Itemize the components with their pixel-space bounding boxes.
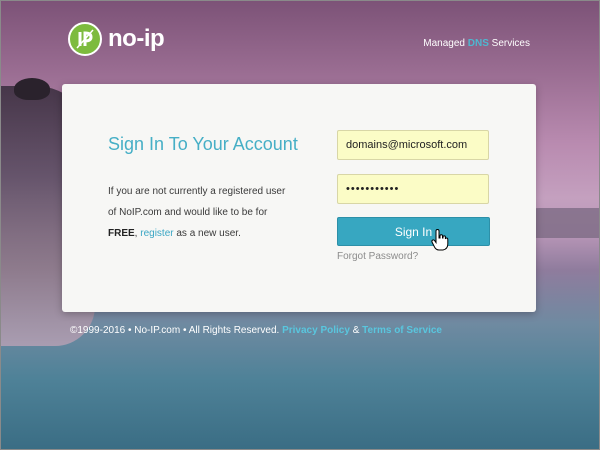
privacy-policy-link[interactable]: Privacy Policy	[282, 325, 350, 336]
footer-copyright: ©1999-2016 • No-IP.com • All Rights Rese…	[70, 325, 280, 336]
signin-title: Sign In To Your Account	[108, 134, 298, 154]
tagline-prefix: Managed	[423, 38, 468, 49]
signin-card: Sign In To Your Account If you are not c…	[62, 84, 536, 312]
description-line1: If you are not currently a registered us…	[108, 186, 286, 197]
forgot-password-link[interactable]: Forgot Password?	[337, 251, 418, 262]
noip-logo[interactable]: no-ip	[68, 22, 165, 56]
signin-button-label: Sign In	[394, 224, 433, 239]
signin-description: If you are not currently a registered us…	[108, 181, 323, 244]
description-free: FREE	[108, 228, 135, 239]
footer: ©1999-2016 • No-IP.com • All Rights Rese…	[70, 325, 442, 336]
email-field[interactable]: domains@microsoft.com	[337, 130, 489, 160]
tagline-suffix: Services	[488, 38, 530, 49]
footer-amp: &	[352, 325, 360, 336]
password-value: •••••••••••	[346, 183, 400, 195]
hand-pointer-icon	[431, 229, 449, 251]
logo-mark-icon	[76, 29, 94, 49]
description-line2: of NoIP.com and would like to be for	[108, 207, 268, 218]
background-tree	[14, 78, 50, 100]
login-page: no-ip Managed DNS Services Sign In To Yo…	[0, 0, 600, 450]
logo-text: no-ip	[108, 25, 165, 52]
terms-of-service-link[interactable]: Terms of Service	[362, 325, 442, 336]
tagline-highlight: DNS	[467, 38, 489, 49]
email-value: domains@microsoft.com	[346, 139, 468, 151]
description-end: as a new user.	[173, 228, 241, 239]
signin-button[interactable]: Sign In	[337, 217, 490, 246]
noip-logo-icon	[68, 22, 102, 56]
password-field[interactable]: •••••••••••	[337, 174, 489, 204]
header-tagline: Managed DNS Services	[423, 38, 530, 49]
register-link[interactable]: register	[140, 228, 173, 239]
